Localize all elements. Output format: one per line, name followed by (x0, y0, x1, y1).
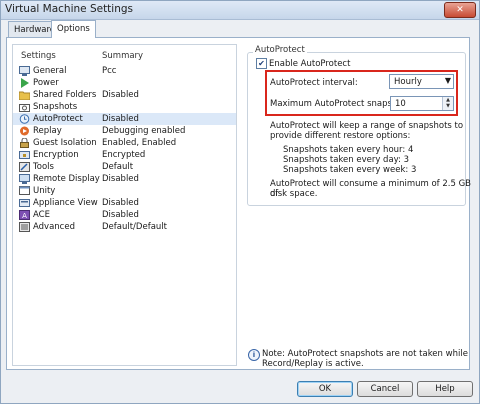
encryption-icon (19, 150, 30, 160)
title-bar: Virtual Machine Settings ✕ (1, 1, 479, 20)
unity-icon (19, 186, 30, 196)
list-item-replay[interactable]: Replay Debugging enabled (13, 125, 236, 137)
close-icon: ✕ (456, 5, 464, 15)
cancel-button[interactable]: Cancel (357, 381, 413, 397)
window-title: Virtual Machine Settings (5, 3, 134, 15)
replay-icon (19, 126, 30, 136)
autoprotect-icon (19, 114, 30, 124)
info-icon: i (248, 349, 260, 361)
shared-folders-icon (18, 90, 31, 101)
enable-autoprotect-checkbox[interactable]: ✔ (256, 58, 267, 69)
close-button[interactable]: ✕ (444, 2, 476, 18)
list-item-advanced[interactable]: Advanced Default/Default (13, 221, 236, 233)
settings-column-header: Settings (21, 51, 56, 61)
enable-autoprotect-label: Enable AutoProtect (269, 59, 351, 69)
power-icon (19, 78, 30, 88)
weekly-snapshots-text: Snapshots taken every week: 3 (283, 165, 417, 175)
daily-snapshots-text: Snapshots taken every day: 3 (283, 155, 410, 165)
dropdown-arrow-icon: ▼ (444, 76, 451, 85)
list-item-remote-display[interactable]: Remote Display Disabled (13, 173, 236, 185)
svg-text:A: A (22, 212, 27, 220)
max-snapshots-stepper[interactable]: 10 ▲ ▼ (390, 96, 454, 111)
ace-icon: A (19, 210, 30, 220)
tab-options[interactable]: Options (51, 20, 96, 38)
list-item-shared-folders[interactable]: Shared Folders Disabled (13, 89, 236, 101)
help-button[interactable]: Help (417, 381, 473, 397)
list-item-guest-isolation[interactable]: Guest Isolation Enabled, Enabled (13, 137, 236, 149)
guest-isolation-icon (19, 137, 30, 148)
list-item-encryption[interactable]: Encryption Encrypted (13, 149, 236, 161)
autoprotect-group-label: AutoProtect (253, 45, 307, 55)
appliance-view-icon (19, 198, 30, 208)
list-item-general[interactable]: General Pcc (13, 65, 236, 77)
disk-space-line-2: disk space. (270, 189, 318, 199)
description-line-2: provide different restore options: (270, 131, 411, 141)
list-item-tools[interactable]: Tools Default (13, 161, 236, 173)
interval-select[interactable]: Hourly ▼ (389, 74, 454, 89)
note-line-1: Note: AutoProtect snapshots are not take… (262, 349, 468, 359)
interval-label: AutoProtect interval: (270, 78, 358, 88)
note-line-2: Record/Replay is active. (262, 359, 364, 369)
snapshots-icon (19, 102, 30, 112)
stepper-buttons[interactable]: ▲ ▼ (442, 97, 453, 110)
ok-button[interactable]: OK (297, 381, 353, 397)
list-item-autoprotect[interactable]: AutoProtect Disabled (13, 113, 236, 125)
list-item-unity[interactable]: Unity (13, 185, 236, 197)
hourly-snapshots-text: Snapshots taken every hour: 4 (283, 145, 414, 155)
settings-list[interactable]: Settings Summary General Pcc Power Share… (12, 44, 237, 366)
general-icon (19, 66, 30, 76)
description-line-1: AutoProtect will keep a range of snapsho… (270, 121, 464, 131)
list-item-ace[interactable]: A ACE Disabled (13, 209, 236, 221)
advanced-icon (19, 222, 30, 232)
list-item-power[interactable]: Power (13, 77, 236, 89)
list-item-snapshots[interactable]: Snapshots (13, 101, 236, 113)
summary-column-header: Summary (102, 51, 144, 61)
list-item-appliance-view[interactable]: Appliance View Disabled (13, 197, 236, 209)
list-header: Settings Summary (13, 45, 236, 65)
tools-icon (19, 162, 30, 172)
remote-display-icon (19, 174, 30, 184)
